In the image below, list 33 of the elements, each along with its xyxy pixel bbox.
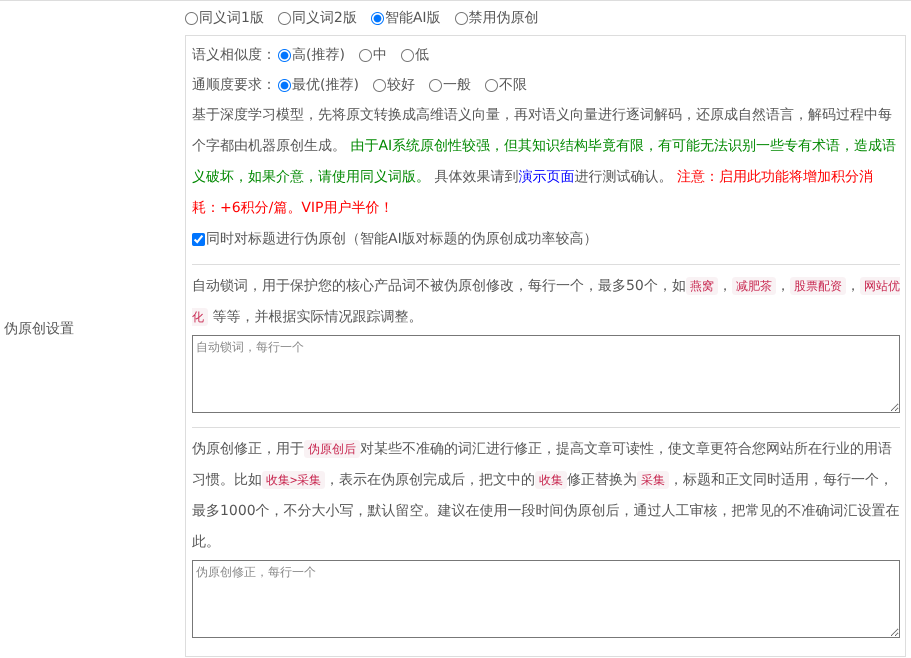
radio-button[interactable] (370, 12, 384, 24)
radio-button[interactable] (278, 48, 291, 62)
radio-button[interactable] (358, 48, 372, 62)
option-label[interactable]: 同义词1版 (199, 9, 264, 27)
option-label[interactable]: 一般 (442, 76, 471, 94)
demo-page-link[interactable]: 演示页面 (518, 169, 574, 185)
settings-label: 伪原创设置 (4, 320, 74, 338)
radio-button[interactable] (454, 12, 468, 24)
radio-button[interactable] (428, 78, 442, 92)
radio-button[interactable] (278, 78, 291, 92)
correction-field[interactable]: 伪原创修正，每行一个 (192, 560, 900, 638)
option-label[interactable]: 高(推荐) (292, 46, 345, 64)
correction-description: 伪原创修正，用于 伪原创后 对某些不准确的词汇进行修正，提高文章可读性，使文章更符合您网站所在行业的用语习惯。比如 收集>采集 ，表示在伪原创完成后，把文中的 收集 修正替换为 采集 ，标题和正文同时适用，每行一个，最多1000个，不分大小写，默认留空。建议在使用一段时间伪原创后，通过人工审核，把常见的不准确词汇设置在此。 (192, 439, 900, 552)
lock-words-description: 自动锁词，用于保护您的核心产品词不被伪原创修改，每行一个，最多50个，如 燕窝 ， 减肥茶 ， 股票配资 ， 网站优化 等等，并根据实际情况跟踪调整。 (192, 276, 900, 328)
radio-button[interactable] (278, 12, 291, 24)
lock-words-field[interactable]: 自动锁词，每行一个 (192, 335, 900, 413)
radio-button[interactable] (372, 78, 386, 92)
option-label[interactable]: 最优(推荐) (292, 76, 359, 94)
radio-button[interactable] (400, 48, 414, 62)
radio-button[interactable] (484, 78, 498, 92)
option-label[interactable]: 中 (372, 46, 387, 64)
option-label[interactable]: 低 (414, 46, 429, 64)
option-label[interactable]: 智能AI版 (384, 9, 441, 27)
field-label: 语义相似度： (192, 46, 276, 64)
field-label: 通顺度要求： (192, 76, 276, 94)
option-label[interactable]: 较好 (386, 76, 415, 94)
option-label[interactable]: 同义词2版 (292, 9, 357, 27)
radio-button[interactable] (185, 12, 198, 24)
option-label[interactable]: 禁用伪原创 (468, 9, 539, 27)
option-label[interactable]: 不限 (498, 76, 527, 94)
ai-description: 基于深度学习模型，先将原文转换成高维语义向量，再对语义向量进行逐词解码，还原成自然语言，解码过程中每个字都由机器原创生成。 由于AI系统原创性较强，但其知识结构毕竟有限，有可能无法识别一些专有术语，造成语义破坏，如果介意，请使用同义词版。 具体效果请到演示页面进行测试确认。 注意：启用此功能将增加积分消耗：+6积分/篇。VIP用户半价！ (192, 106, 898, 218)
checkbox[interactable] (192, 232, 205, 246)
checkbox-label[interactable]: 同时对标题进行伪原创（智能AI版对标题的伪原创成功率较高） (206, 230, 598, 248)
